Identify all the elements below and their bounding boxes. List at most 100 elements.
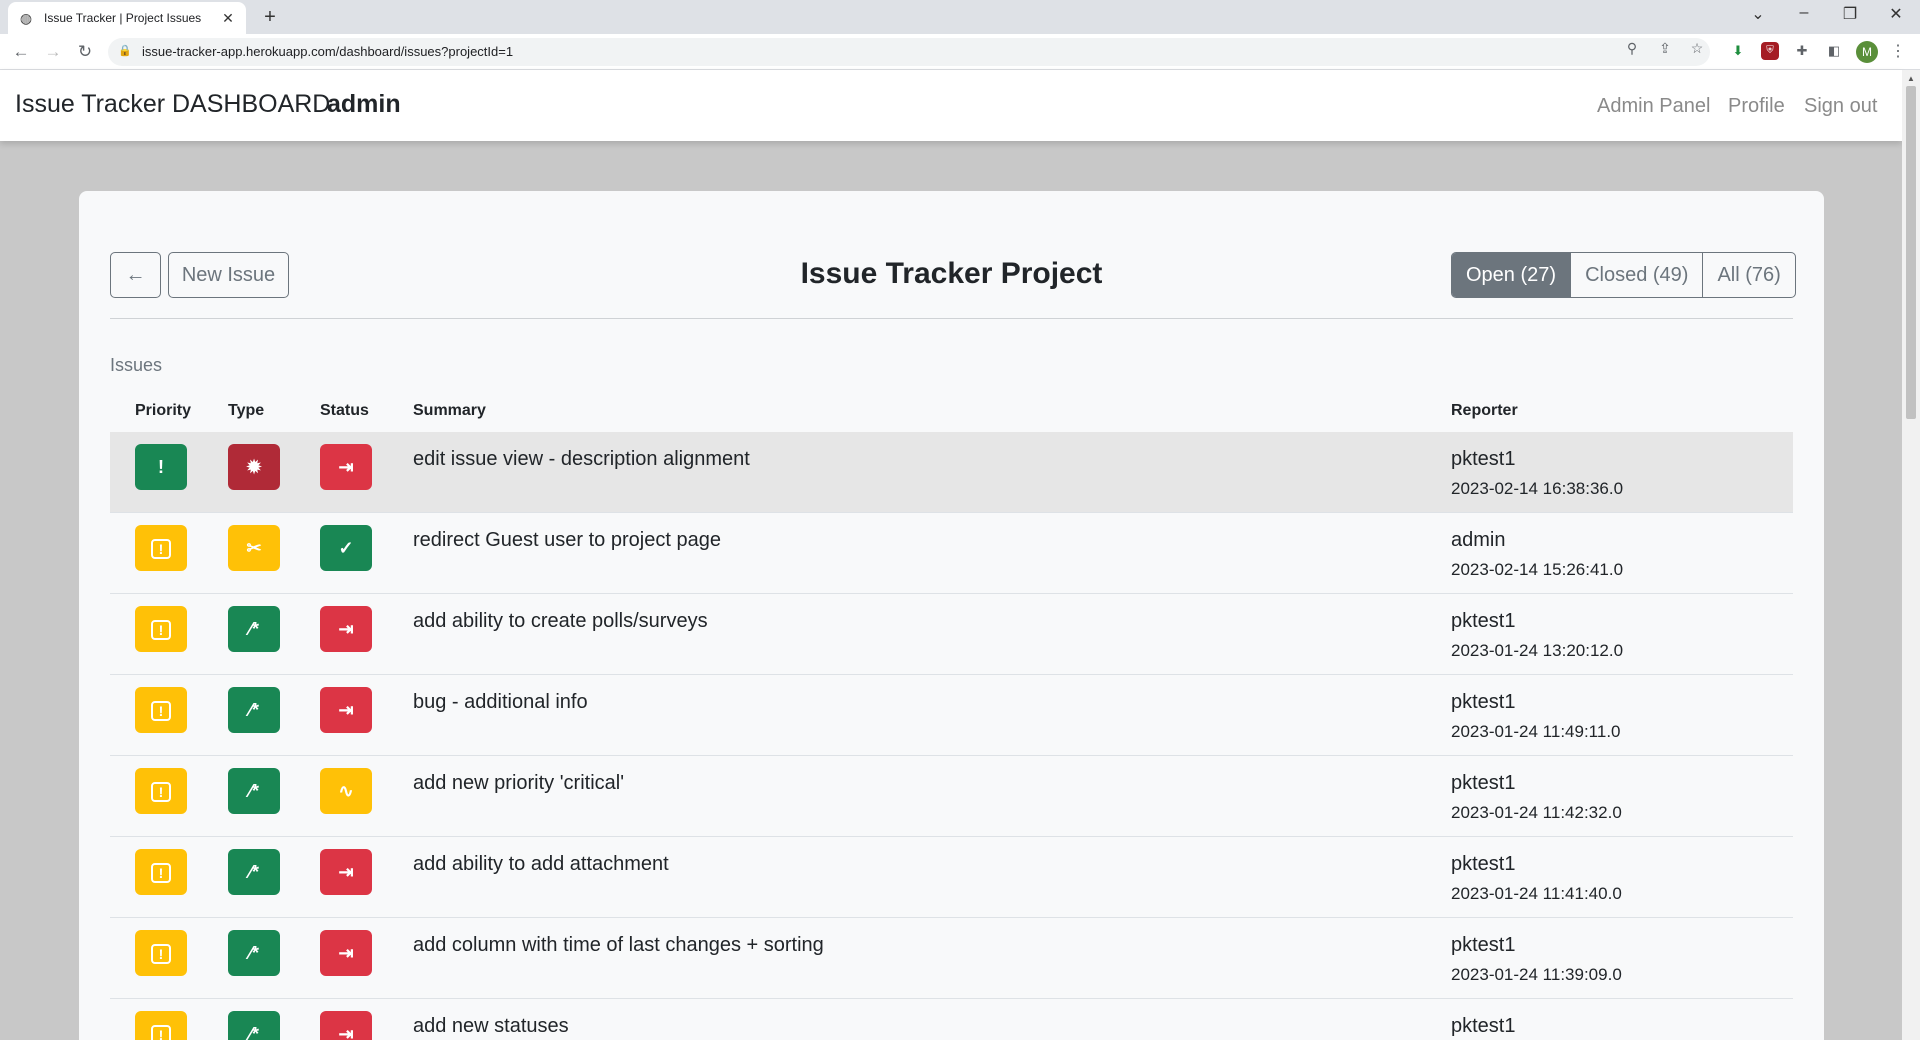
box-arrow-in-icon: ⇥ — [320, 687, 372, 733]
issue-reporter: pktest1 — [1451, 853, 1516, 875]
issue-reporter: pktest1 — [1451, 1015, 1516, 1037]
table-row[interactable]: ! ✹ ⇥ edit issue view - description alig… — [110, 432, 1793, 513]
table-row[interactable]: ! ⁄* ⇥ add column with time of last chan… — [110, 918, 1793, 999]
filter-closed-button[interactable]: Closed (49) — [1570, 253, 1702, 297]
back-icon[interactable]: ← — [10, 41, 32, 63]
share-icon[interactable]: ⇪ — [1656, 40, 1674, 57]
exclamation-square-icon: ! — [135, 849, 187, 895]
lock-icon: 🔒 — [118, 45, 132, 57]
scroll-up-icon[interactable]: ▲ — [1907, 74, 1915, 83]
new-issue-button[interactable]: New Issue — [168, 252, 289, 298]
issue-reporter: pktest1 — [1451, 772, 1516, 794]
forward-icon[interactable]: → — [42, 41, 64, 63]
reload-icon[interactable]: ↻ — [74, 41, 96, 63]
table-row[interactable]: ! ⁄* ⇥ add ability to add attachment pkt… — [110, 837, 1793, 918]
browser-tab-bar: ◍ Issue Tracker | Project Issues ✕ + ⌄ –… — [0, 0, 1920, 34]
star-icon[interactable]: ☆ — [1688, 40, 1706, 57]
browser-tab[interactable]: ◍ Issue Tracker | Project Issues ✕ — [8, 2, 246, 34]
scroll-thumb[interactable] — [1906, 86, 1916, 419]
magic-wand-icon: ⁄* — [228, 606, 280, 652]
new-tab-icon[interactable]: + — [260, 6, 280, 29]
issue-reporter: admin — [1451, 529, 1506, 551]
puzzle-icon[interactable]: ✚ — [1793, 42, 1811, 60]
exclamation-icon: ! — [135, 444, 187, 490]
magic-wand-icon: ⁄* — [228, 1011, 280, 1040]
issue-filter-group: Open (27) Closed (49) All (76) — [1451, 252, 1796, 298]
issue-summary-link[interactable]: add new statuses — [413, 1015, 569, 1038]
table-row[interactable]: ! ⁄* ⇥ add ability to create polls/surve… — [110, 594, 1793, 675]
issue-summary-link[interactable]: add ability to add attachment — [413, 853, 669, 876]
globe-icon: ◍ — [19, 10, 33, 26]
brand-title[interactable]: Issue Tracker DASHBOARD — [15, 90, 330, 119]
box-arrow-in-icon: ⇥ — [320, 930, 372, 976]
exclamation-square-icon: ! — [135, 1011, 187, 1040]
issue-summary-link[interactable]: bug - additional info — [413, 691, 588, 714]
download-extension-icon[interactable]: ⬇ — [1729, 42, 1747, 60]
zoom-icon[interactable]: ⚲ — [1623, 40, 1641, 57]
more-menu-icon[interactable]: ⋮ — [1890, 41, 1906, 61]
sign-out-link[interactable]: Sign out — [1804, 95, 1877, 118]
magic-wand-icon: ⁄* — [228, 687, 280, 733]
current-user: admin — [327, 90, 401, 118]
column-header-summary: Summary — [413, 402, 486, 419]
section-label: Issues — [110, 355, 163, 375]
issue-reporter: pktest1 — [1451, 448, 1516, 470]
issue-date: 2023-01-24 13:20:12.0 — [1451, 641, 1624, 660]
exclamation-square-icon: ! — [135, 768, 187, 814]
side-panel-icon[interactable]: ◧ — [1825, 42, 1843, 60]
check-icon: ✓ — [320, 525, 372, 571]
profile-avatar[interactable]: M — [1856, 41, 1878, 63]
issue-date: 2023-01-24 11:42:32.0 — [1451, 803, 1622, 822]
magic-wand-icon: ⁄* — [228, 849, 280, 895]
admin-panel-link[interactable]: Admin Panel — [1597, 95, 1710, 118]
issue-summary-link[interactable]: add ability to create polls/surveys — [413, 610, 708, 633]
issue-reporter: pktest1 — [1451, 610, 1516, 632]
browser-toolbar: ← → ↻ 🔒 issue-tracker-app.herokuapp.com/… — [0, 34, 1920, 70]
minimize-icon[interactable]: – — [1792, 4, 1816, 22]
activity-icon: ∿ — [320, 768, 372, 814]
exclamation-square-icon: ! — [135, 687, 187, 733]
table-row[interactable]: ! ⁄* ∿ add new priority 'critical' pktes… — [110, 756, 1793, 837]
app-navbar: Issue Tracker DASHBOARD admin Admin Pane… — [0, 70, 1902, 141]
exclamation-square-icon: ! — [135, 930, 187, 976]
issue-date: 2023-01-24 11:41:40.0 — [1451, 884, 1622, 903]
table-row[interactable]: ! ✂ ✓ redirect Guest user to project pag… — [110, 513, 1793, 594]
issue-date: 2023-01-24 11:49:11.0 — [1451, 722, 1621, 741]
issues-table-body: ! ✹ ⇥ edit issue view - description alig… — [110, 432, 1793, 1040]
address-bar[interactable]: 🔒 issue-tracker-app.herokuapp.com/dashbo… — [108, 38, 1710, 66]
filter-all-button[interactable]: All (76) — [1702, 253, 1794, 297]
page-scrollbar[interactable]: ▲ — [1902, 70, 1920, 1040]
tab-title: Issue Tracker | Project Issues — [44, 11, 202, 25]
issue-reporter: pktest1 — [1451, 934, 1516, 956]
issue-date: 2023-01-24 11:39:09.0 — [1451, 965, 1622, 984]
back-button[interactable]: ← — [110, 252, 161, 298]
exclamation-square-icon: ! — [135, 606, 187, 652]
box-arrow-in-icon: ⇥ — [320, 444, 372, 490]
column-header-priority: Priority — [135, 402, 192, 419]
box-arrow-in-icon: ⇥ — [320, 849, 372, 895]
issues-card: ← New Issue Issue Tracker Project Open (… — [79, 191, 1824, 1040]
close-window-icon[interactable]: ✕ — [1884, 4, 1908, 24]
profile-link[interactable]: Profile — [1728, 95, 1785, 118]
issue-summary-link[interactable]: add new priority 'critical' — [413, 772, 624, 795]
shield-extension-icon[interactable]: ⛨ — [1761, 42, 1779, 60]
box-arrow-in-icon: ⇥ — [320, 1011, 372, 1040]
issue-date: 2023-02-14 15:26:41.0 — [1451, 560, 1624, 579]
exclamation-square-icon: ! — [135, 525, 187, 571]
tab-search-icon[interactable]: ⌄ — [1746, 4, 1770, 24]
issue-summary-link[interactable]: edit issue view - description alignment — [413, 448, 750, 471]
issue-summary-link[interactable]: redirect Guest user to project page — [413, 529, 721, 552]
issue-summary-link[interactable]: add column with time of last changes + s… — [413, 934, 824, 957]
divider — [110, 318, 1793, 319]
table-row[interactable]: ! ⁄* ⇥ bug - additional info pktest1 202… — [110, 675, 1793, 756]
magic-wand-icon: ⁄* — [228, 768, 280, 814]
restore-icon[interactable]: ❐ — [1838, 4, 1862, 24]
filter-open-button[interactable]: Open (27) — [1452, 253, 1571, 297]
tools-icon: ✂ — [228, 525, 280, 571]
issue-reporter: pktest1 — [1451, 691, 1516, 713]
close-tab-icon[interactable]: ✕ — [220, 10, 236, 27]
issue-date: 2023-02-14 16:38:36.0 — [1451, 479, 1624, 498]
column-header-status: Status — [320, 402, 369, 419]
bug-icon: ✹ — [228, 444, 280, 490]
table-row[interactable]: ! ⁄* ⇥ add new statuses pktest1 — [110, 999, 1793, 1040]
